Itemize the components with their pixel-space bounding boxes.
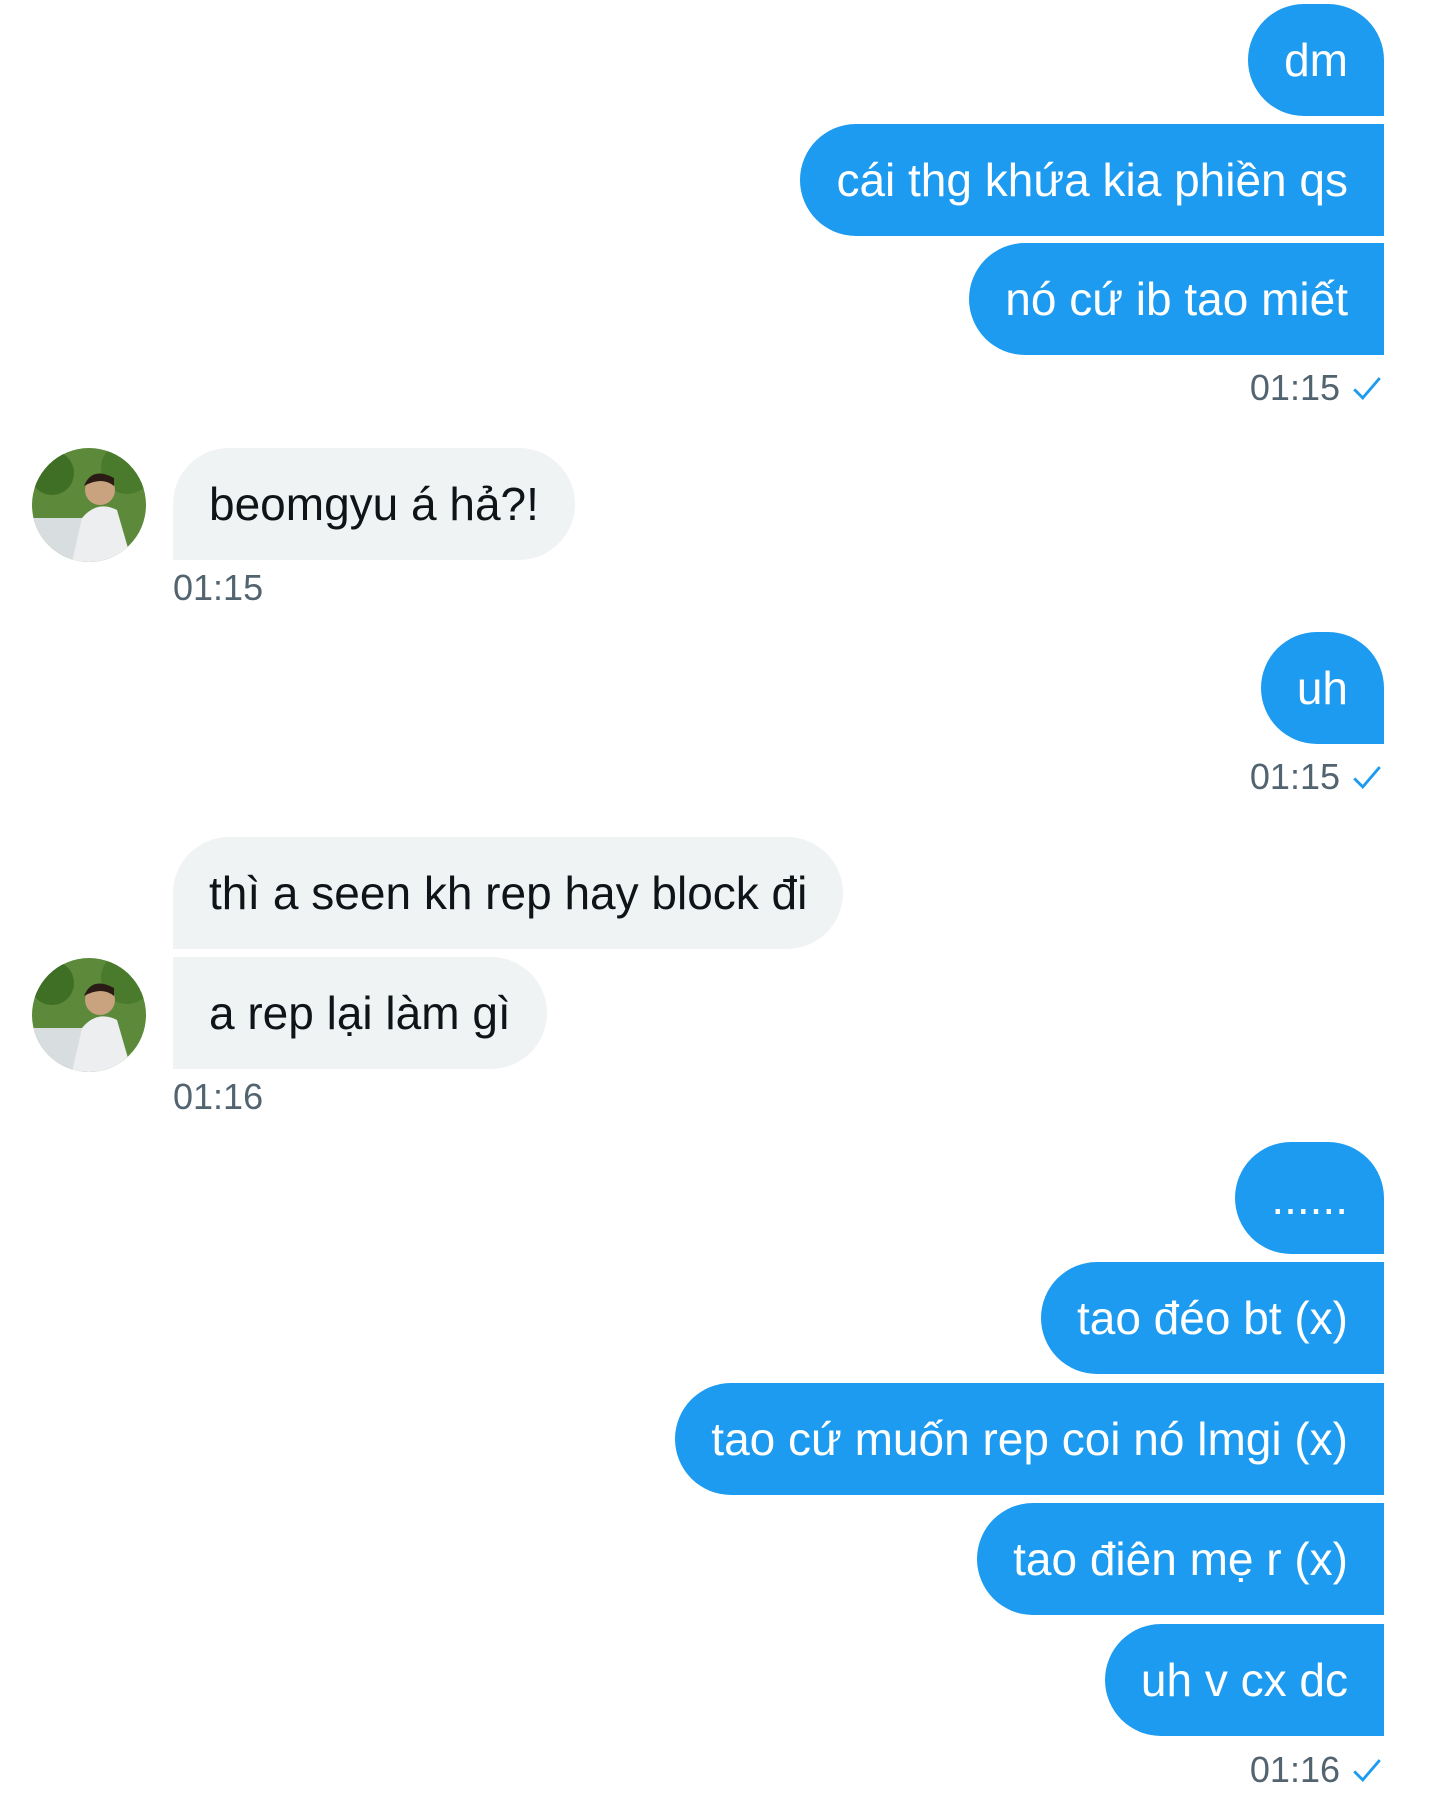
message-text: a rep lại làm gì: [209, 987, 511, 1039]
incoming-message-bubble[interactable]: beomgyu á hả?!: [173, 448, 575, 560]
message-text: tao đéo bt (x): [1076, 1292, 1348, 1344]
timestamp-text: 01:16: [173, 1076, 264, 1117]
timestamp-text: 01:15: [1249, 756, 1340, 797]
incoming-message-bubble[interactable]: a rep lại làm gì: [173, 957, 547, 1069]
check-icon: [1353, 1759, 1381, 1783]
outgoing-message-bubble[interactable]: uh v cx dc: [1104, 1624, 1384, 1736]
outgoing-message-bubble[interactable]: tao đéo bt (x): [1040, 1262, 1384, 1374]
message-timestamp: 01:16: [1250, 1748, 1384, 1792]
timestamp-text: 01:15: [1249, 367, 1340, 408]
outgoing-message-bubble[interactable]: nó cứ ib tao miết: [969, 243, 1384, 355]
check-icon: [1353, 377, 1381, 401]
outgoing-message-bubble[interactable]: ......: [1235, 1142, 1384, 1254]
outgoing-message-bubble[interactable]: dm: [1248, 4, 1384, 116]
message-text: ......: [1271, 1172, 1348, 1224]
message-text: nó cứ ib tao miết: [1005, 273, 1348, 325]
outgoing-message-bubble[interactable]: cái thg khứa kia phiền qs: [800, 124, 1384, 236]
check-icon: [1353, 766, 1381, 790]
timestamp-text: 01:15: [173, 567, 264, 608]
message-timestamp: 01:15: [173, 566, 263, 610]
timestamp-text: 01:16: [1249, 1749, 1340, 1790]
avatar[interactable]: [32, 448, 146, 562]
outgoing-message-bubble[interactable]: tao cứ muốn rep coi nó lmgi (x): [675, 1383, 1384, 1495]
message-text: beomgyu á hả?!: [209, 478, 539, 530]
avatar[interactable]: [32, 958, 146, 1072]
message-text: tao cứ muốn rep coi nó lmgi (x): [711, 1413, 1348, 1465]
message-text: dm: [1284, 34, 1348, 86]
incoming-message-bubble[interactable]: thì a seen kh rep hay block đi: [173, 837, 844, 949]
message-text: uh v cx dc: [1140, 1654, 1348, 1706]
message-timestamp: 01:16: [173, 1075, 263, 1119]
outgoing-message-bubble[interactable]: uh: [1260, 632, 1384, 744]
message-timestamp: 01:15: [1250, 366, 1384, 410]
message-text: cái thg khứa kia phiền qs: [836, 154, 1348, 206]
outgoing-message-bubble[interactable]: tao điên mẹ r (x): [977, 1503, 1384, 1615]
avatar-photo: [32, 958, 146, 1072]
avatar-photo: [32, 448, 146, 562]
chat-conversation: dm cái thg khứa kia phiền qs nó cứ ib ta…: [0, 0, 1437, 1819]
message-text: tao điên mẹ r (x): [1013, 1533, 1348, 1585]
message-timestamp: 01:15: [1250, 755, 1384, 799]
message-text: uh: [1296, 662, 1348, 714]
message-text: thì a seen kh rep hay block đi: [209, 867, 808, 919]
